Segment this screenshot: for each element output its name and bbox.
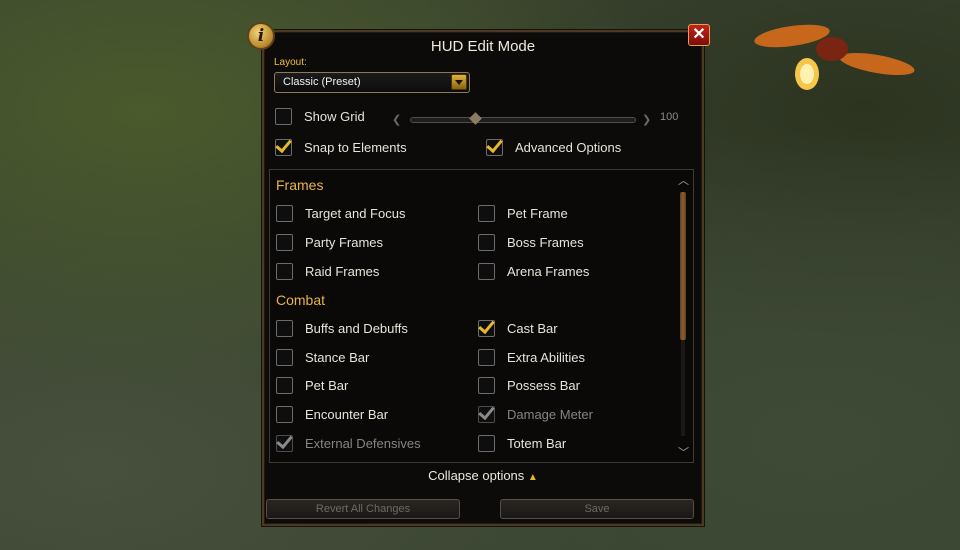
checkbox[interactable] <box>276 320 293 337</box>
option-arena-frames[interactable]: Arena Frames <box>478 263 658 281</box>
option-label: Damage Meter <box>507 407 593 422</box>
grid-spacing-slider[interactable] <box>410 117 636 123</box>
chevron-down-icon[interactable] <box>451 74 467 90</box>
option-label: Buffs and Debuffs <box>305 321 408 336</box>
option-label: Encounter Bar <box>305 407 389 422</box>
close-icon[interactable]: ✕ <box>688 24 710 46</box>
option-label: Pet Frame <box>507 206 568 221</box>
revert-all-changes-button[interactable]: Revert All Changes <box>266 499 460 519</box>
options-scroll-list[interactable]: Frames Target and Focus Pet Frame Party … <box>269 169 694 463</box>
option-label: Possess Bar <box>507 378 580 393</box>
option-damage-meter: Damage Meter <box>478 406 658 424</box>
checkbox <box>276 435 293 452</box>
option-stance-bar[interactable]: Stance Bar <box>276 349 456 367</box>
option-extra-abilities[interactable]: Extra Abilities <box>478 349 658 367</box>
slider-left-arrow-icon[interactable]: ❮ <box>392 113 401 126</box>
slider-right-arrow-icon[interactable]: ❯ <box>642 113 651 126</box>
checkbox[interactable] <box>478 234 495 251</box>
option-label: Cast Bar <box>507 321 558 336</box>
option-label: Raid Frames <box>305 264 380 279</box>
checkbox[interactable] <box>478 263 495 280</box>
option-encounter-bar[interactable]: Encounter Bar <box>276 406 456 424</box>
checkbox[interactable] <box>276 377 293 394</box>
layout-dropdown-value: Classic (Preset) <box>283 76 361 88</box>
panel-title: HUD Edit Mode <box>430 38 536 55</box>
show-grid-checkbox[interactable] <box>275 108 292 125</box>
checkbox[interactable] <box>478 435 495 452</box>
option-label: External Defensives <box>305 436 421 451</box>
checkbox[interactable] <box>478 377 495 394</box>
triangle-up-icon: ▲ <box>527 472 538 483</box>
option-raid-frames[interactable]: Raid Frames <box>276 263 456 281</box>
checkbox[interactable] <box>478 205 495 222</box>
grid-spacing-value: 100 <box>660 111 679 123</box>
checkbox[interactable] <box>478 320 495 337</box>
section-title-combat: Combat <box>276 292 326 308</box>
collapse-options-label: Collapse options <box>428 468 525 483</box>
scrollbar-thumb[interactable] <box>680 192 686 340</box>
info-icon[interactable]: i <box>247 22 275 50</box>
option-label: Totem Bar <box>507 436 567 451</box>
checkbox[interactable] <box>276 205 293 222</box>
option-label: Stance Bar <box>305 350 370 365</box>
option-buffs-and-debuffs[interactable]: Buffs and Debuffs <box>276 320 456 338</box>
scroll-up-arrow-icon[interactable]: ︿ <box>678 172 689 188</box>
option-label: Target and Focus <box>305 206 406 221</box>
option-label: Pet Bar <box>305 378 349 393</box>
checkbox[interactable] <box>276 406 293 423</box>
option-target-and-focus[interactable]: Target and Focus <box>276 205 456 223</box>
option-possess-bar[interactable]: Possess Bar <box>478 377 658 395</box>
save-button[interactable]: Save <box>500 499 694 519</box>
option-external-defensives: External Defensives <box>276 435 456 453</box>
advanced-options-label: Advanced Options <box>515 140 622 155</box>
option-label: Party Frames <box>305 235 384 250</box>
option-party-frames[interactable]: Party Frames <box>276 234 456 252</box>
option-label: Boss Frames <box>507 235 584 250</box>
checkbox[interactable] <box>276 349 293 366</box>
layout-dropdown[interactable]: Classic (Preset) <box>274 72 470 93</box>
section-title-frames: Frames <box>276 177 324 193</box>
snap-to-elements-checkbox[interactable] <box>275 139 292 156</box>
checkbox[interactable] <box>276 234 293 251</box>
option-label: Arena Frames <box>507 264 590 279</box>
show-grid-label: Show Grid <box>304 109 365 124</box>
collapse-options-link[interactable]: Collapse options ▲ <box>264 468 702 483</box>
option-pet-bar[interactable]: Pet Bar <box>276 377 456 395</box>
advanced-options-checkbox[interactable] <box>486 139 503 156</box>
show-grid-option[interactable]: Show Grid <box>275 108 395 126</box>
snap-to-elements-label: Snap to Elements <box>304 140 407 155</box>
advanced-options-option[interactable]: Advanced Options <box>486 139 656 157</box>
option-label: Extra Abilities <box>507 350 586 365</box>
snap-to-elements-option[interactable]: Snap to Elements <box>275 139 435 157</box>
checkbox[interactable] <box>478 349 495 366</box>
firefly-creature-image <box>754 24 915 90</box>
option-cast-bar[interactable]: Cast Bar <box>478 320 658 338</box>
hud-edit-mode-panel: HUD Edit Mode Layout: Classic (Preset) S… <box>262 30 704 526</box>
checkbox <box>478 406 495 423</box>
option-boss-frames[interactable]: Boss Frames <box>478 234 658 252</box>
option-pet-frame[interactable]: Pet Frame <box>478 205 658 223</box>
option-totem-bar[interactable]: Totem Bar <box>478 435 658 453</box>
scroll-down-arrow-icon[interactable]: ﹀ <box>678 444 689 460</box>
layout-label: Layout: <box>274 57 307 68</box>
checkbox[interactable] <box>276 263 293 280</box>
